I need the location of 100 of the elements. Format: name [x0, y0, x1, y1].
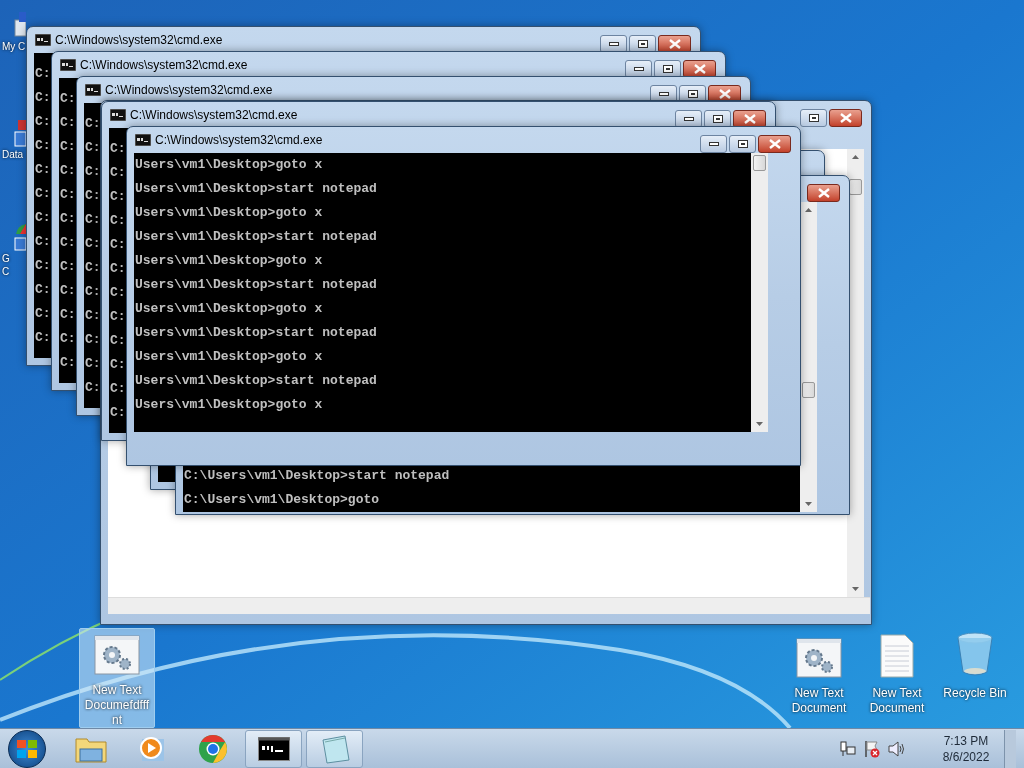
console-line: C: — [59, 138, 76, 156]
console-icon — [35, 34, 51, 46]
desktop-icon[interactable]: New Text Document — [781, 628, 857, 728]
console-line: C: — [34, 257, 51, 275]
minimize-icon — [658, 92, 669, 96]
console-line: Users\vm1\Desktop>goto x — [134, 300, 323, 318]
close-icon — [817, 188, 830, 198]
desktop-icon[interactable]: Recycle Bin — [937, 628, 1013, 728]
close-button[interactable] — [807, 184, 840, 202]
clock[interactable]: 7:13 PM 8/6/2022 — [936, 732, 996, 765]
console-line: Users\vm1\Desktop>goto x — [134, 204, 323, 222]
scroll-up-icon — [805, 208, 812, 212]
close-icon — [693, 64, 706, 74]
console-icon — [60, 59, 76, 71]
console-line: Users\vm1\Desktop>goto x — [134, 252, 323, 270]
console-line: C: — [34, 161, 51, 179]
scroll-down-icon — [756, 422, 763, 426]
network-icon[interactable] — [840, 740, 856, 757]
maximize-button[interactable] — [800, 109, 827, 127]
console-line: C:\Users\vm1\Desktop>goto — [183, 491, 380, 509]
window-title: C:\Windows\system32\cmd.exe — [155, 132, 323, 149]
minimize-icon — [633, 67, 644, 71]
maximize-icon — [737, 140, 748, 148]
close-icon — [743, 114, 756, 124]
window-title: C:\Windows\system32\cmd.exe — [130, 107, 298, 124]
desktop-icon[interactable]: New Text Document — [859, 628, 935, 728]
console-line: C: — [59, 282, 76, 300]
shortcut-icon — [14, 118, 26, 148]
text-document-icon — [880, 634, 914, 678]
console-icon — [257, 736, 290, 761]
console-line: C: — [109, 212, 126, 230]
scrollbar[interactable] — [800, 202, 817, 512]
console-line: C: — [59, 234, 76, 252]
scroll-up-icon — [852, 155, 859, 159]
console-line: C: — [34, 137, 51, 155]
console-line: C: — [109, 356, 126, 374]
console-line: C: — [109, 332, 126, 350]
minimize-button[interactable] — [700, 135, 727, 153]
console-line: Users\vm1\Desktop>goto x — [134, 348, 323, 366]
window-title: C:\Windows\system32\cmd.exe — [80, 57, 248, 74]
console-line: C: — [34, 281, 51, 299]
console-line: C: — [84, 163, 101, 181]
window-title: C:\Windows\system32\cmd.exe — [105, 82, 273, 99]
settings-document-icon — [94, 635, 140, 675]
console-line: C: — [59, 330, 76, 348]
console-line: C: — [109, 236, 126, 254]
console-line: Users\vm1\Desktop>goto x — [134, 156, 323, 174]
scrollbar[interactable] — [751, 153, 768, 432]
console-icon — [85, 84, 101, 96]
console-line: Users\vm1\Desktop>start notepad — [134, 180, 377, 198]
console-line: C: — [84, 283, 101, 301]
console-line: C: — [34, 89, 51, 107]
console-line: C: — [34, 209, 51, 227]
minimize-icon — [608, 42, 619, 46]
close-button[interactable] — [829, 109, 862, 127]
maximize-icon — [637, 40, 648, 48]
chrome-icon — [197, 733, 228, 764]
taskbar-button[interactable] — [245, 729, 302, 768]
console-line: C: — [34, 65, 51, 83]
console-line: C:\Users\vm1\Desktop>start notepad — [183, 467, 450, 485]
icon-label: Recycle Bin — [943, 686, 1007, 701]
scroll-down-icon — [852, 587, 859, 591]
console-line: C: — [109, 380, 126, 398]
console-line: C: — [59, 306, 76, 324]
close-icon — [768, 139, 781, 149]
scroll-thumb[interactable] — [802, 382, 815, 398]
volume-icon[interactable] — [888, 740, 906, 757]
horizontal-scrollbar[interactable] — [108, 597, 870, 614]
flag-alert-icon[interactable] — [864, 739, 880, 758]
console-line: C: — [59, 354, 76, 372]
start-button[interactable] — [8, 729, 46, 768]
console-line: C: — [59, 210, 76, 228]
console-line: Users\vm1\Desktop>start notepad — [134, 276, 377, 294]
minimize-icon — [708, 142, 719, 146]
console-line: C: — [109, 140, 126, 158]
clock-date: 8/6/2022 — [942, 748, 990, 765]
console-line: C: — [34, 305, 51, 323]
media-player-icon — [138, 735, 165, 762]
scroll-thumb[interactable] — [753, 155, 766, 171]
console-line: C: — [84, 235, 101, 253]
console-line: C: — [59, 162, 76, 180]
maximize-icon — [808, 114, 819, 122]
close-button[interactable] — [758, 135, 791, 153]
icon-label: New Text Document — [869, 686, 925, 716]
close-icon — [718, 89, 731, 99]
icon-label: New Text Documefdfff nt — [84, 683, 150, 728]
console-line: C: — [84, 211, 101, 229]
icon-label[interactable]: My C — [2, 40, 26, 53]
maximize-icon — [687, 90, 698, 98]
console-line: C: — [59, 186, 76, 204]
icon-label: New Text Document — [791, 686, 847, 716]
maximize-button[interactable] — [729, 135, 756, 153]
icon-label[interactable]: G C — [2, 252, 10, 278]
icon-label[interactable]: Data — [2, 148, 24, 161]
console-line: C: — [34, 113, 51, 131]
minimize-icon — [683, 117, 694, 121]
window-title: C:\Windows\system32\cmd.exe — [55, 32, 223, 49]
console-line: C: — [84, 331, 101, 349]
console-line: C: — [84, 259, 101, 277]
console-line: Users\vm1\Desktop>start notepad — [134, 372, 377, 390]
